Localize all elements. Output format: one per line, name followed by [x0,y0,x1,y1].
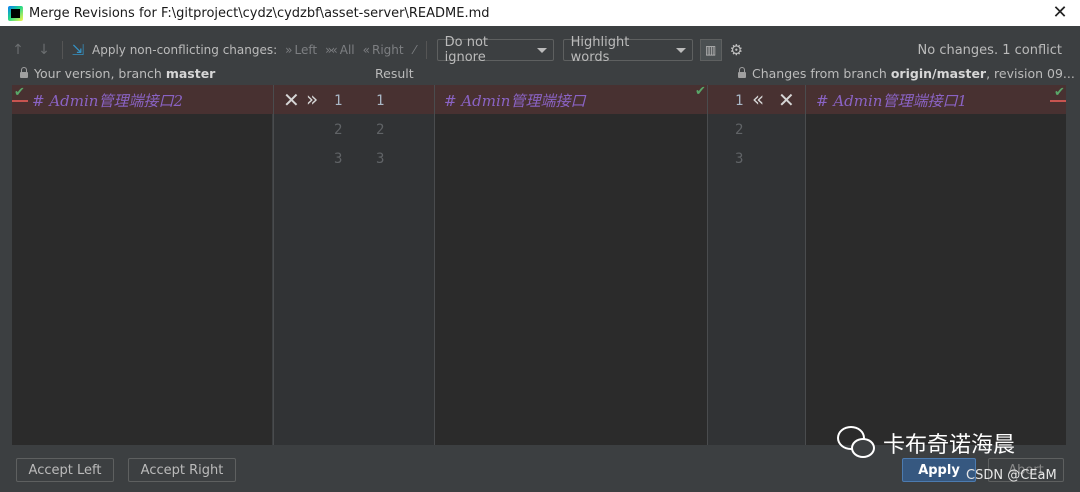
right-line-number: 1 [735,93,744,109]
left-code-line: # Admin管理端接口2 [32,92,183,110]
csdn-watermark: CSDN @CEaM [966,468,1057,483]
left-merge-gutter [274,85,434,445]
double-chevron-right-icon: » [285,43,292,57]
right-pane-header: Changes from branch origin/master, revis… [738,66,1075,81]
left-pane-header: Your version, branch master [20,66,215,81]
result-line-number: 3 [376,151,385,167]
left-line-number: 1 [334,93,343,109]
lock-icon [738,67,746,78]
apply-button[interactable]: Apply [902,458,976,482]
change-marker [12,100,28,102]
accept-left-chevron-icon[interactable]: » [306,89,318,109]
pane-headers: Your version, branch master Result Chang… [0,64,1080,82]
accept-right-chevron-icon[interactable]: « [752,89,764,109]
right-editor[interactable] [806,85,1066,445]
check-icon: ✔ [1054,85,1065,100]
left-line-number: 3 [334,151,343,167]
result-pane-header: Result [375,66,414,81]
result-editor[interactable] [435,85,707,445]
gear-icon[interactable]: ⚙ [730,41,743,59]
divider [273,85,274,445]
merge-all-icon: »« [325,43,338,57]
left-line-number: 2 [334,122,343,138]
apply-right-button[interactable]: «Right [363,43,404,57]
chevron-down-icon [675,47,686,53]
title-bar: Merge Revisions for F:\gitproject\cydz\c… [0,0,1080,26]
toolbar: ↑ ↓ ⇲ Apply non-conflicting changes: » Le… [0,35,1080,65]
conflict-status: No changes. 1 conflict [917,42,1062,58]
toolbar-separator [425,41,427,59]
change-marker [1050,100,1066,102]
apply-non-conflicting-icon[interactable]: ⇲ [69,41,87,59]
lock-icon [20,67,28,78]
accept-right-button[interactable]: Accept Right [128,458,236,482]
magic-resolve-icon[interactable]: ⁄ [414,43,416,57]
apply-all-button[interactable]: »« All [325,43,355,57]
check-icon: ✔ [14,85,25,100]
wechat-icon [837,426,875,460]
next-difference-icon[interactable]: ↓ [36,42,52,58]
window-title: Merge Revisions for F:\gitproject\cydz\c… [29,5,490,21]
result-code-line: # Admin管理端接口 [444,92,586,110]
ignore-whitespace-dropdown[interactable]: Do not ignore [436,35,554,65]
divider [707,85,708,445]
ignore-right-close-icon[interactable]: ✕ [778,90,795,110]
intellij-app-icon [8,5,23,21]
divider [805,85,806,445]
chevron-down-icon [536,47,547,53]
right-code-line: # Admin管理端接口1 [816,92,967,110]
result-line-number: 1 [376,93,385,109]
double-chevron-left-icon: « [362,43,370,57]
ignore-left-close-icon[interactable]: ✕ [283,90,300,110]
sync-scroll-toggle-icon[interactable]: ▥ [699,39,722,61]
result-line-number: 2 [376,122,385,138]
check-icon: ✔ [695,84,706,99]
right-line-number: 2 [735,122,744,138]
apply-left-button[interactable]: » Left [285,43,317,57]
right-merge-gutter [708,85,805,445]
watermark: 卡布奇诺海晨 [837,426,1015,460]
toolbar-separator [62,41,63,59]
prev-difference-icon[interactable]: ↑ [10,42,26,58]
highlight-mode-dropdown[interactable]: Highlight words [562,35,693,65]
left-editor[interactable] [12,85,272,445]
apply-non-conflicting-label: Apply non-conflicting changes: [92,43,278,57]
watermark-brand: 卡布奇诺海晨 [883,433,1016,458]
right-line-number: 3 [735,151,744,167]
divider [434,85,435,445]
close-icon[interactable]: ✕ [1050,3,1070,23]
accept-left-button[interactable]: Accept Left [16,458,114,482]
